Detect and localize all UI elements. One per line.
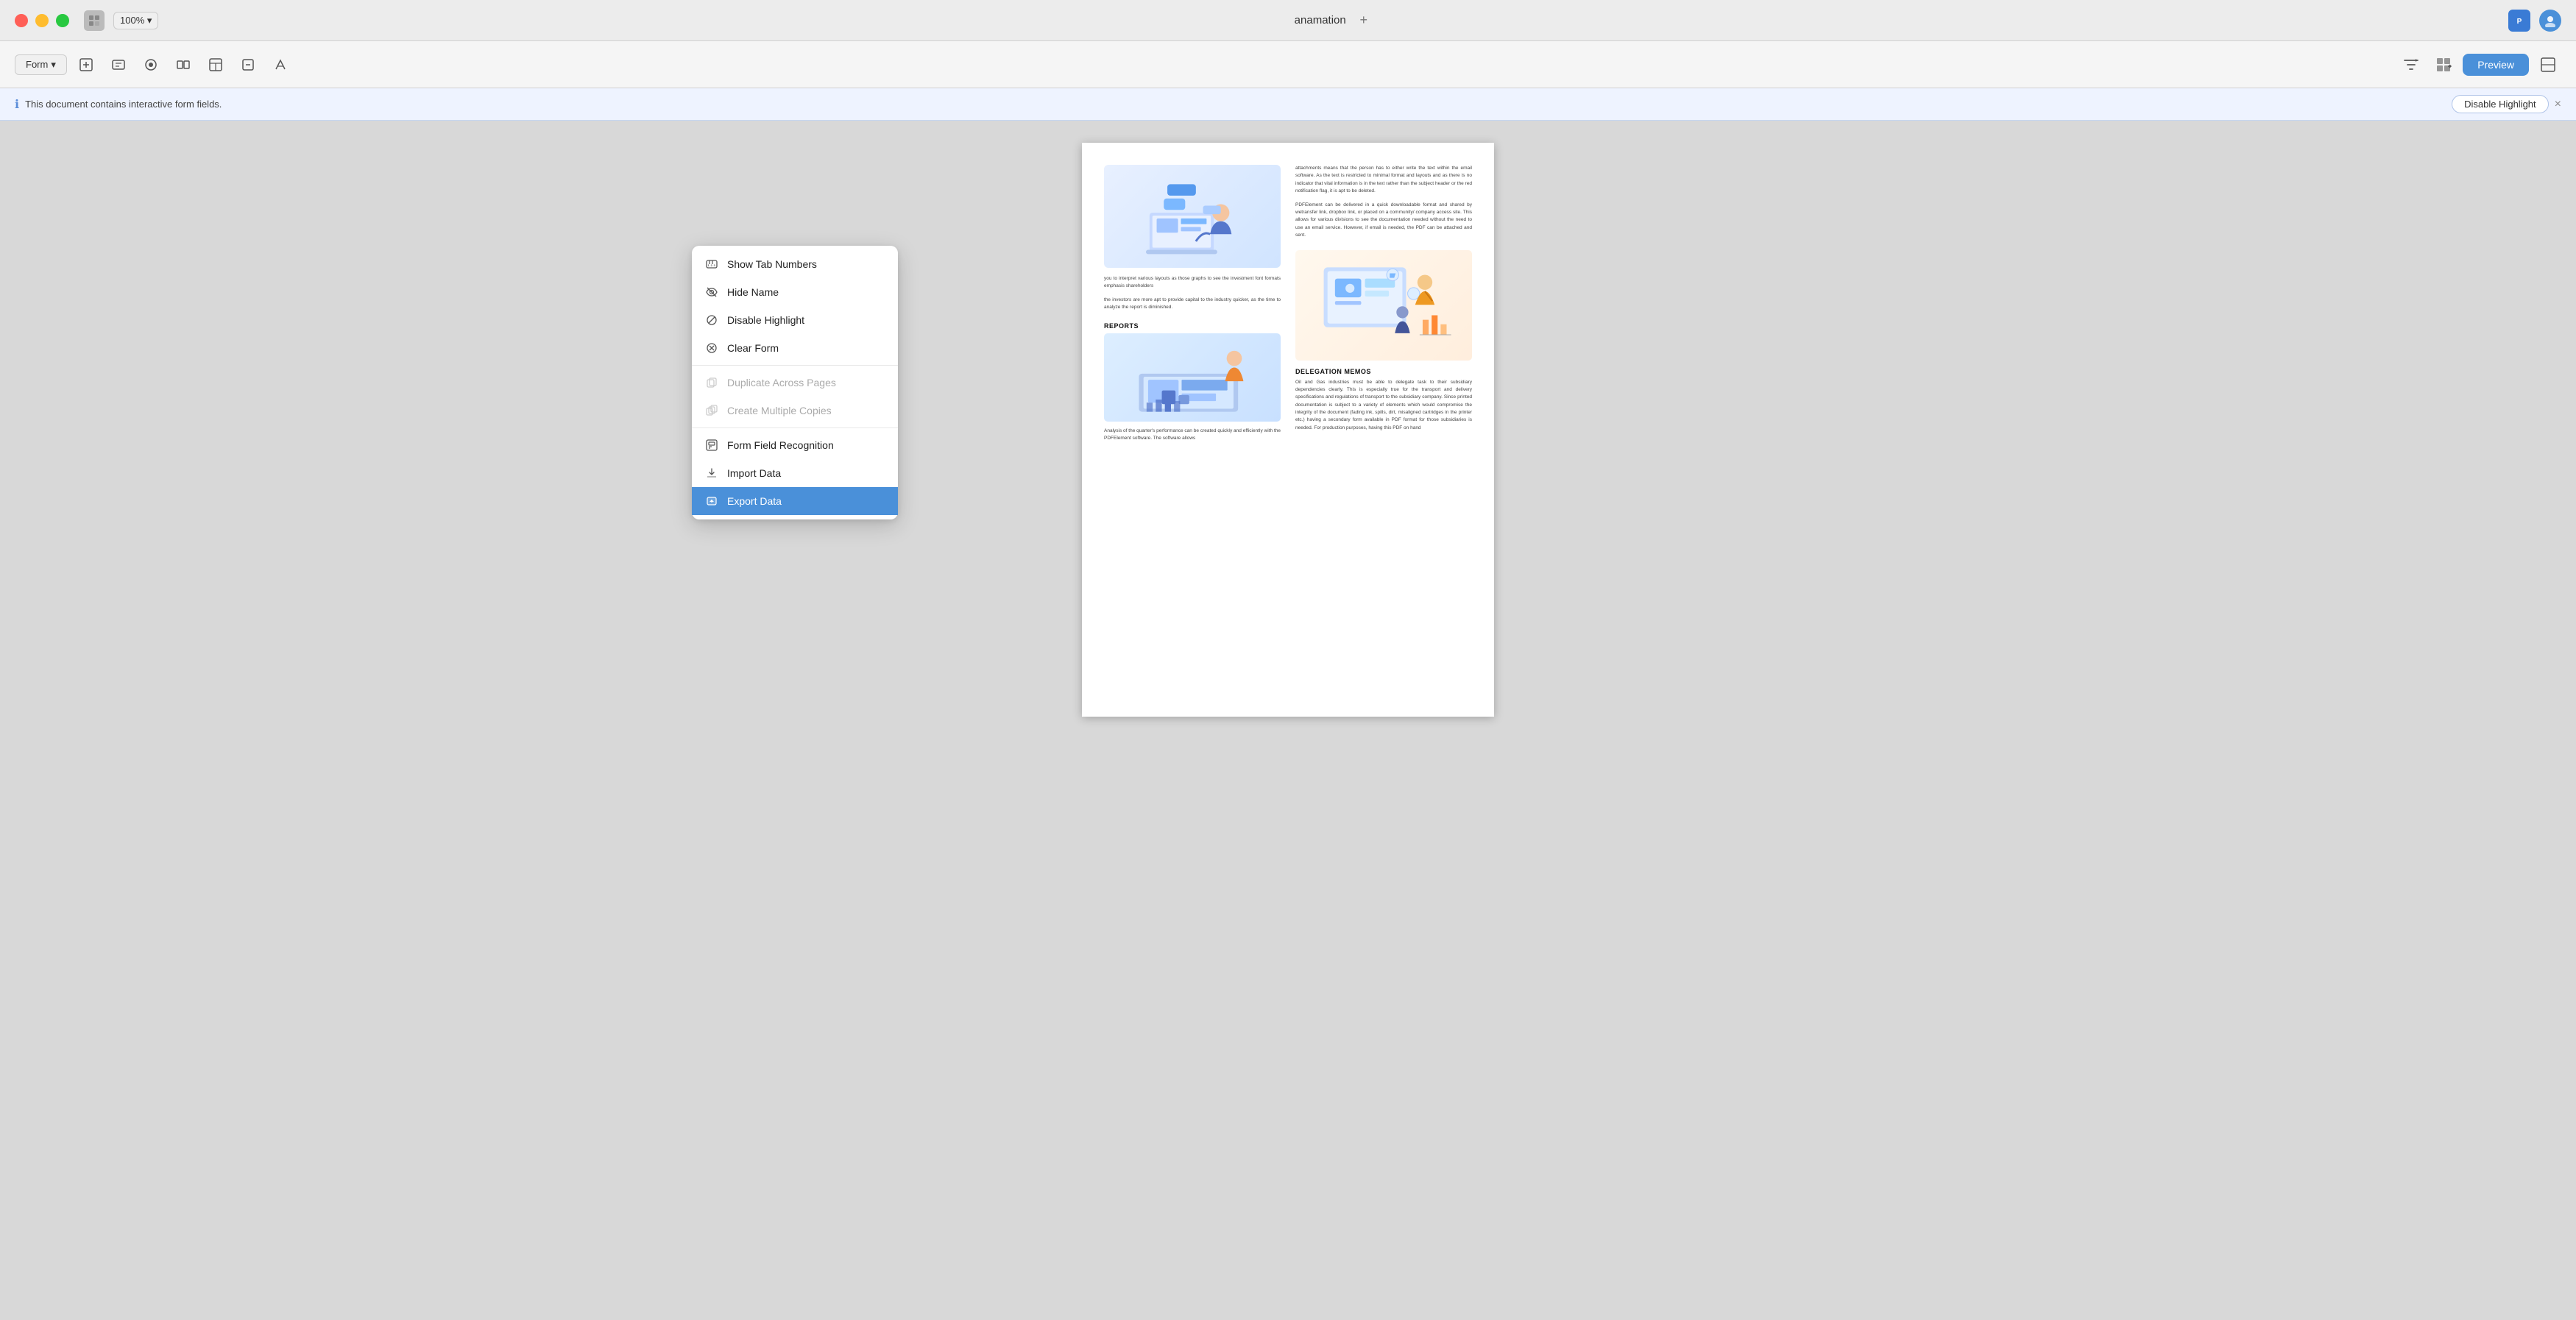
menu-label-show-tab-numbers: Show Tab Numbers	[727, 258, 817, 270]
pdf-reports-text: Analysis of the quarter's performance ca…	[1104, 427, 1281, 443]
form-dropdown-menu: 1 2 3 Show Tab Numbers Hide Name	[692, 246, 898, 519]
menu-label-create-multiple-copies: Create Multiple Copies	[727, 405, 832, 416]
info-icon: ℹ	[15, 97, 19, 112]
export-icon	[705, 494, 718, 508]
preview-button[interactable]: Preview	[2463, 54, 2529, 76]
pdf-page: you to interpret various layouts as thos…	[1082, 143, 1494, 717]
form-options-button[interactable]	[2398, 52, 2424, 78]
pdf-delegation-heading: DELEGATION MEMOS	[1295, 368, 1472, 375]
svg-text:P: P	[2517, 18, 2522, 26]
tab-icon: 1 2 3	[705, 258, 718, 271]
menu-item-export-data[interactable]: Export Data	[692, 487, 898, 515]
menu-label-import-data: Import Data	[727, 467, 781, 479]
menu-label-form-field-recognition: Form Field Recognition	[727, 439, 834, 451]
close-window-button[interactable]	[15, 14, 28, 27]
pdf-image-1	[1104, 165, 1281, 268]
form-dropdown-button[interactable]: Form ▾	[15, 54, 67, 75]
window-icon	[84, 10, 105, 31]
toolbar-icon-3[interactable]	[138, 52, 164, 78]
tab-area: anamation +	[158, 12, 2508, 29]
disable-highlight-button[interactable]: Disable Highlight	[2452, 95, 2549, 113]
import-icon	[705, 466, 718, 480]
disable-highlight-icon	[705, 313, 718, 327]
pdf-container: you to interpret various layouts as thos…	[0, 121, 2576, 1320]
pdf-right-column: attachments means that the person has to…	[1295, 165, 1472, 442]
menu-label-disable-highlight: Disable Highlight	[727, 314, 804, 326]
info-message: This document contains interactive form …	[25, 99, 2446, 110]
pdf-left-column: you to interpret various layouts as thos…	[1104, 165, 1281, 442]
menu-label-export-data: Export Data	[727, 495, 782, 507]
eye-slash-icon	[705, 285, 718, 299]
svg-text:3: 3	[714, 263, 716, 267]
menu-item-import-data[interactable]: Import Data	[692, 459, 898, 487]
traffic-lights	[15, 14, 69, 27]
toolbar-icon-5[interactable]	[202, 52, 229, 78]
menu-separator-1	[692, 365, 898, 366]
toolbar-icon-4[interactable]	[170, 52, 197, 78]
menu-item-show-tab-numbers[interactable]: 1 2 3 Show Tab Numbers	[692, 250, 898, 278]
toolbar-icon-1[interactable]	[73, 52, 99, 78]
info-bar: ℹ This document contains interactive for…	[0, 88, 2576, 121]
menu-item-duplicate-across-pages: Duplicate Across Pages	[692, 369, 898, 397]
maximize-window-button[interactable]	[56, 14, 69, 27]
copy-icon	[705, 404, 718, 417]
pdf-content: you to interpret various layouts as thos…	[1104, 165, 1472, 442]
pdf-text-2: the investors are more apt to provide ca…	[1104, 297, 1281, 312]
pdf-reports-heading: REPORTS	[1104, 322, 1281, 330]
pdf-text-1: you to interpret various layouts as thos…	[1104, 275, 1281, 291]
menu-item-disable-highlight[interactable]: Disable Highlight	[692, 306, 898, 334]
titlebar-right: P	[2508, 10, 2561, 32]
clear-form-icon	[705, 341, 718, 355]
toolbar: Form ▾	[0, 41, 2576, 88]
pdf-delegation-text: Oil and Gas industries must be able to d…	[1295, 379, 1472, 433]
pdf-image-2	[1295, 250, 1472, 361]
toolbar-icon-7[interactable]	[267, 52, 294, 78]
tab-title: anamation	[1295, 14, 1346, 26]
pdf-image-reports	[1104, 333, 1281, 422]
menu-item-clear-form[interactable]: Clear Form	[692, 334, 898, 362]
user-avatar[interactable]	[2539, 10, 2561, 32]
new-tab-button[interactable]: +	[1355, 12, 1373, 29]
menu-item-hide-name[interactable]: Hide Name	[692, 278, 898, 306]
menu-item-form-field-recognition[interactable]: Form Field Recognition	[692, 431, 898, 459]
close-info-button[interactable]: ×	[2555, 98, 2561, 111]
grid-options-button[interactable]	[2430, 52, 2457, 78]
toolbar-right: Preview	[2398, 52, 2561, 78]
menu-label-hide-name: Hide Name	[727, 286, 779, 298]
zoom-select[interactable]: 100% ▾	[113, 12, 158, 29]
main-area: you to interpret various layouts as thos…	[0, 121, 2576, 1320]
app-icon: P	[2508, 10, 2530, 32]
toolbar-icon-2[interactable]	[105, 52, 132, 78]
minimize-window-button[interactable]	[35, 14, 49, 27]
layout-toggle-button[interactable]	[2535, 52, 2561, 78]
menu-item-create-multiple-copies: Create Multiple Copies	[692, 397, 898, 425]
duplicate-icon	[705, 376, 718, 389]
recognition-icon	[705, 439, 718, 452]
menu-label-duplicate-across-pages: Duplicate Across Pages	[727, 377, 836, 388]
titlebar: 100% ▾ anamation + P	[0, 0, 2576, 41]
pdf-reports-section: REPORTS	[1104, 322, 1281, 443]
menu-separator-2	[692, 427, 898, 428]
menu-label-clear-form: Clear Form	[727, 342, 779, 354]
pdf-right-text-1: attachments means that the person has to…	[1295, 165, 1472, 196]
toolbar-icon-6[interactable]	[235, 52, 261, 78]
pdf-right-text-2: PDFElement can be delivered in a quick d…	[1295, 202, 1472, 240]
